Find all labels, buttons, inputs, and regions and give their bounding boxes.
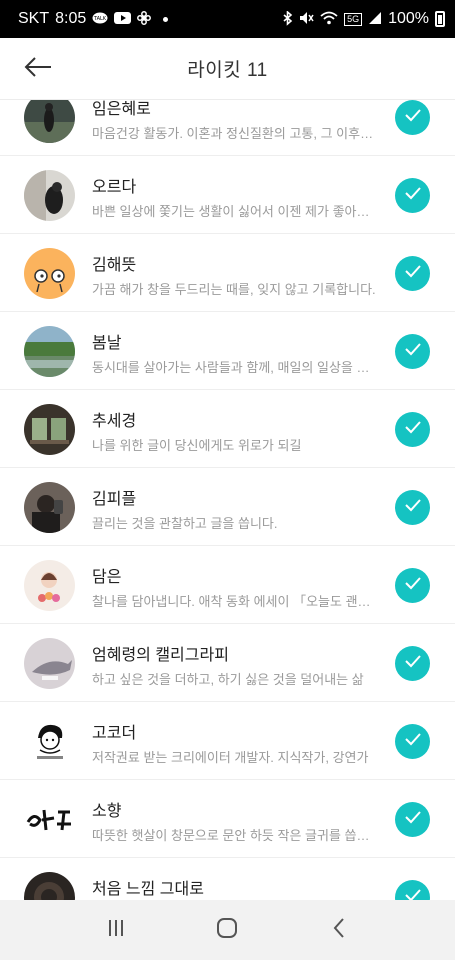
list-item[interactable]: 추세경 나를 위한 글이 당신에게도 위로가 되길 (0, 390, 455, 468)
status-bar: SKT 8:05 TALK 5G 100% (0, 0, 455, 38)
talk-icon: TALK (92, 12, 108, 27)
list-item[interactable]: 김해뜻 가끔 해가 창을 두드리는 때를, 잊지 않고 기록합니다. (0, 234, 455, 312)
battery-icon (435, 11, 445, 27)
item-name: 소향 (92, 803, 122, 820)
liker-list: 임은혜로 마음건강 활동가. 이혼과 정신질환의 고통, 그 이후를 기록합니다… (0, 100, 455, 900)
item-name: 처음 느낌 그대로 (92, 881, 204, 898)
list-item[interactable]: 임은혜로 마음건강 활동가. 이혼과 정신질환의 고통, 그 이후를 기록합니다… (0, 100, 455, 156)
avatar[interactable] (24, 326, 75, 377)
list-item[interactable]: 김피플 끌리는 것을 관찰하고 글을 씁니다. (0, 468, 455, 546)
youtube-icon (114, 12, 132, 26)
list-item[interactable]: 담은 찰나를 담아냅니다. 애착 동화 에세이 「오늘도 괜찮아」 (0, 546, 455, 624)
item-desc: 바쁜 일상에 쫓기는 생활이 싫어서 이젠 제가 좋아하는 일을 합니다. (92, 204, 377, 219)
following-check-button[interactable] (395, 646, 430, 681)
following-check-button[interactable] (395, 412, 430, 447)
signal-icon (368, 11, 382, 27)
notification-dot-icon (163, 16, 169, 22)
system-back-button[interactable] (309, 908, 369, 952)
following-check-button[interactable] (395, 100, 430, 135)
home-button[interactable] (197, 908, 257, 952)
item-name: 추세경 (92, 413, 137, 430)
avatar[interactable] (24, 872, 75, 900)
following-check-button[interactable] (395, 256, 430, 291)
avatar[interactable] (24, 716, 75, 767)
item-name: 고코더 (92, 725, 137, 742)
list-item[interactable]: 처음 느낌 그대로 (0, 858, 455, 900)
check-icon (404, 498, 422, 517)
check-icon (404, 186, 422, 205)
back-chevron-icon (332, 917, 346, 944)
following-check-button[interactable] (395, 334, 430, 369)
battery-label: 100% (388, 10, 429, 27)
item-desc: 나를 위한 글이 당신에게도 위로가 되길 (92, 438, 302, 453)
avatar[interactable] (24, 100, 75, 143)
item-desc: 따뜻한 햇살이 창문으로 문안 하듯 작은 글귀를 씁니다. (92, 828, 377, 843)
following-check-button[interactable] (395, 880, 430, 900)
item-name: 엄혜령의 캘리그라피 (92, 647, 229, 664)
back-button[interactable] (16, 50, 60, 88)
item-desc: 저작권료 받는 크리에이터 개발자. 지식작가, 강연가 (92, 750, 369, 765)
check-icon (404, 888, 422, 900)
carrier-label: SKT (18, 10, 50, 27)
item-name: 임은혜로 (92, 101, 151, 118)
header: 라이킷 11 (0, 38, 455, 100)
avatar[interactable] (24, 638, 75, 689)
item-name: 김피플 (92, 491, 137, 508)
item-desc: 동시대를 살아가는 사람들과 함께, 매일의 일상을 나눕니다. (92, 360, 377, 375)
avatar[interactable] (24, 482, 75, 533)
network-5g-icon: 5G (344, 12, 363, 26)
status-left: SKT 8:05 TALK (18, 10, 169, 28)
item-desc: 하고 싶은 것을 더하고, 하기 싫은 것을 덜어내는 삶 (92, 672, 364, 687)
check-icon (404, 654, 422, 673)
item-name: 봄날 (92, 335, 122, 352)
svg-text:TALK: TALK (93, 16, 107, 22)
list-item[interactable]: 고코더 저작권료 받는 크리에이터 개발자. 지식작가, 강연가 (0, 702, 455, 780)
check-icon (404, 420, 422, 439)
following-check-button[interactable] (395, 178, 430, 213)
bluetooth-icon (283, 9, 293, 28)
following-check-button[interactable] (395, 490, 430, 525)
avatar[interactable] (24, 248, 75, 299)
pinwheel-icon (137, 11, 152, 27)
arrow-left-icon (24, 56, 52, 82)
avatar[interactable] (24, 794, 75, 845)
list-item[interactable]: 엄혜령의 캘리그라피 하고 싶은 것을 더하고, 하기 싫은 것을 덜어내는 삶 (0, 624, 455, 702)
item-desc: 가끔 해가 창을 두드리는 때를, 잊지 않고 기록합니다. (92, 282, 376, 297)
system-nav-bar (0, 900, 455, 960)
liker-list-viewport[interactable]: 임은혜로 마음건강 활동가. 이혼과 정신질환의 고통, 그 이후를 기록합니다… (0, 100, 455, 900)
wifi-icon (320, 11, 338, 27)
list-item[interactable]: 소향 따뜻한 햇살이 창문으로 문안 하듯 작은 글귀를 씁니다. (0, 780, 455, 858)
item-name: 담은 (92, 569, 122, 586)
avatar[interactable] (24, 404, 75, 455)
item-desc: 찰나를 담아냅니다. 애착 동화 에세이 「오늘도 괜찮아」 (92, 594, 377, 609)
home-icon (216, 917, 238, 944)
list-item[interactable]: 오르다 바쁜 일상에 쫓기는 생활이 싫어서 이젠 제가 좋아하는 일을 합니다… (0, 156, 455, 234)
item-name: 오르다 (92, 179, 137, 196)
recent-apps-button[interactable] (86, 908, 146, 952)
check-icon (404, 108, 422, 127)
following-check-button[interactable] (395, 568, 430, 603)
check-icon (404, 342, 422, 361)
list-item[interactable]: 봄날 동시대를 살아가는 사람들과 함께, 매일의 일상을 나눕니다. (0, 312, 455, 390)
following-check-button[interactable] (395, 802, 430, 837)
item-desc: 마음건강 활동가. 이혼과 정신질환의 고통, 그 이후를 기록합니다. (92, 126, 377, 141)
avatar[interactable] (24, 560, 75, 611)
mute-icon (299, 11, 314, 27)
status-right: 5G 100% (283, 9, 445, 28)
clock: 8:05 (55, 10, 87, 27)
check-icon (404, 576, 422, 595)
item-desc: 끌리는 것을 관찰하고 글을 씁니다. (92, 516, 278, 531)
check-icon (404, 264, 422, 283)
avatar[interactable] (24, 170, 75, 221)
following-check-button[interactable] (395, 724, 430, 759)
page-title: 라이킷 11 (187, 60, 268, 81)
check-icon (404, 810, 422, 829)
check-icon (404, 732, 422, 751)
recent-apps-icon (106, 918, 126, 943)
item-name: 김해뜻 (92, 257, 137, 274)
